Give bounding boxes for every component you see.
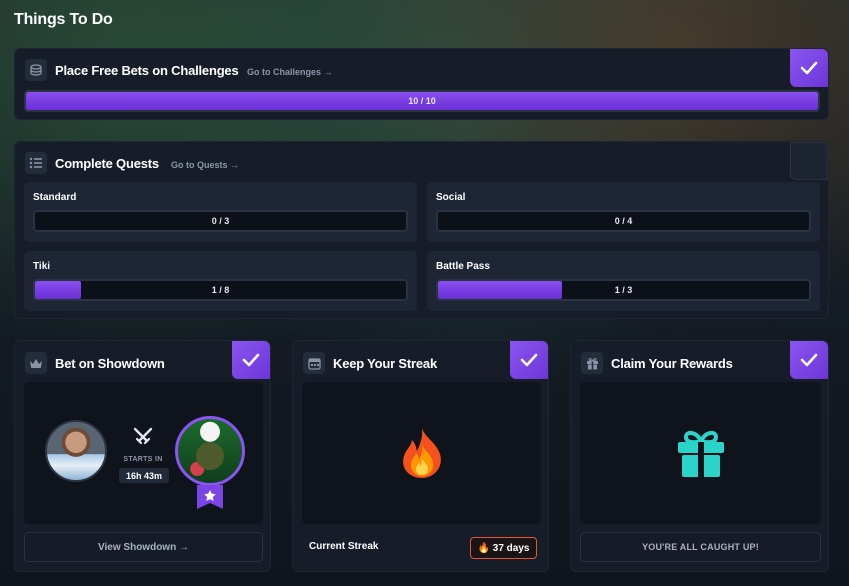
completed-check-icon [790, 341, 828, 379]
completed-check-icon [510, 341, 548, 379]
quest-name: Tiki [33, 261, 51, 272]
quest-name: Battle Pass [436, 261, 490, 272]
all-caught-up-status: YOU'RE ALL CAUGHT UP! [580, 532, 821, 562]
starts-in-label: STARTS IN [123, 456, 163, 463]
list-icon [25, 152, 47, 174]
quest-progress-bar: 0 / 3 [33, 210, 408, 232]
streak-title: Keep Your Streak [333, 356, 437, 371]
page-title: Things To Do [14, 11, 113, 28]
progress-text: 10 / 10 [408, 96, 436, 106]
quest-standard: Standard 0 / 3 [24, 182, 417, 242]
quests-title: Complete Quests [55, 156, 159, 171]
go-to-quests-link[interactable]: Go to Quests → [171, 160, 239, 170]
coins-icon [25, 59, 47, 81]
go-to-challenges-link[interactable]: Go to Challenges → [247, 67, 333, 77]
calendar-icon [303, 352, 325, 374]
quest-name: Social [436, 192, 466, 203]
fire-icon [399, 426, 445, 480]
rewards-title: Claim Your Rewards [611, 356, 733, 371]
completed-check-icon [790, 49, 828, 87]
crossed-swords-icon [132, 426, 154, 448]
rewards-display [580, 382, 821, 524]
view-showdown-button[interactable]: View Showdown → [24, 532, 263, 562]
completed-check-icon [232, 341, 270, 379]
progress-text: 0 / 3 [211, 216, 230, 226]
quest-name: Standard [33, 192, 77, 203]
progress-text: 1 / 3 [614, 285, 633, 295]
challenges-progress-bar: 10 / 10 [24, 90, 820, 112]
streak-display [302, 382, 541, 524]
quest-battle-pass: Battle Pass 1 / 3 [427, 251, 820, 311]
player-avatar-right [175, 416, 245, 486]
current-streak-label: Current Streak [309, 541, 379, 552]
quest-progress-bar: 1 / 8 [33, 279, 408, 301]
showdown-card: Bet on Showdown STARTS IN 16h 43m View S… [14, 340, 271, 572]
showdown-matchup: STARTS IN 16h 43m [24, 382, 263, 524]
quest-progress-bar: 0 / 4 [436, 210, 811, 232]
gift-box-icon [676, 429, 726, 479]
quests-panel: Complete Quests Go to Quests → Standard … [14, 141, 829, 319]
rewards-card: Claim Your Rewards YOU'RE ALL CAUGHT UP! [570, 340, 829, 572]
quest-tiki: Tiki 1 / 8 [24, 251, 417, 311]
progress-text: 1 / 8 [211, 285, 230, 295]
showdown-title: Bet on Showdown [55, 356, 165, 371]
gift-icon [581, 352, 603, 374]
rank-ribbon-icon [197, 485, 223, 509]
challenges-title: Place Free Bets on Challenges [55, 63, 239, 78]
player-avatar-left [45, 420, 107, 482]
streak-card: Keep Your Streak Current Streak 🔥 37 day… [292, 340, 549, 572]
progress-text: 0 / 4 [614, 216, 633, 226]
crown-icon [25, 352, 47, 374]
countdown-badge: 16h 43m [119, 468, 169, 483]
streak-badge: 🔥 37 days [470, 537, 537, 559]
incomplete-tab [790, 142, 828, 180]
quest-social: Social 0 / 4 [427, 182, 820, 242]
quest-progress-bar: 1 / 3 [436, 279, 811, 301]
challenges-panel: Place Free Bets on Challenges Go to Chal… [14, 48, 829, 120]
